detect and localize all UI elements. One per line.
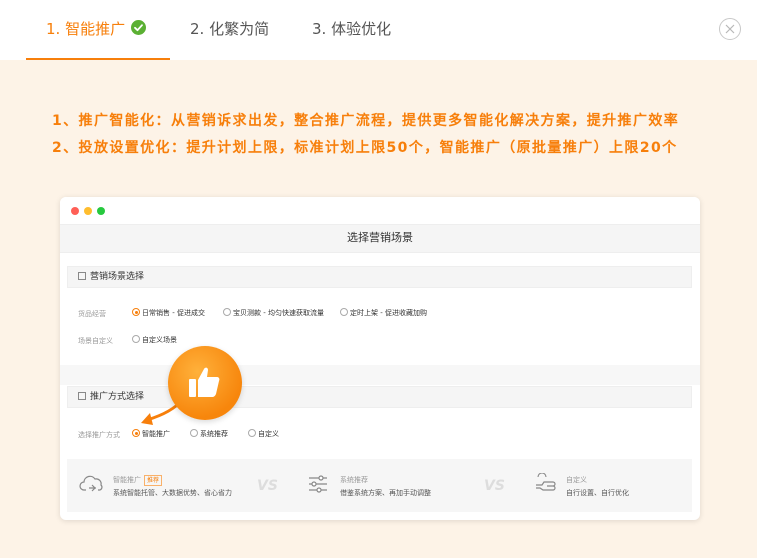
method-compare-panel: 智能推广 推荐 系统智能托管、大数据优势、省心省力 VS 系统推荐 借鉴系统方案、… [67, 459, 692, 512]
sliders-icon [309, 475, 327, 493]
preview-window: 选择营销场景 营销场景选择 货品经营 日常销售 - 促进成交 宝贝测款 - 均匀… [60, 197, 700, 520]
recommend-badge: 推荐 [144, 475, 163, 486]
card-custom-title: 自定义 [566, 476, 587, 484]
divider-band [60, 365, 700, 385]
card-smart-title: 智能推广 推荐 [113, 475, 163, 486]
tab-label: 1. 智能推广 [46, 20, 126, 38]
radio-scheduled-listing[interactable]: 定时上架 - 促进收藏加购 [340, 308, 427, 318]
close-icon [725, 24, 735, 34]
thumbs-up-badge [168, 346, 242, 420]
close-button[interactable] [719, 18, 741, 40]
close-dot-icon [71, 207, 79, 215]
radio-custom-scene[interactable]: 自定义场景 [132, 335, 177, 345]
section-title: 推广方式选择 [90, 392, 145, 402]
minimize-dot-icon [84, 207, 92, 215]
tab-label: 2. 化繁为简 [190, 20, 270, 38]
cloud-icon [79, 475, 103, 492]
feature-line-2: 2、投放设置优化：提升计划上限，标准计划上限50个，智能推广（原批量推广）上限2… [52, 140, 678, 156]
card-smart-desc: 系统智能托管、大数据优势、省心省力 [113, 489, 232, 497]
vs-label: VS [484, 478, 505, 494]
feature-line-1: 1、推广智能化：从营销诉求出发，整合推广流程，提供更多智能化解决方案，提升推广效… [52, 113, 680, 129]
radio-daily-sales[interactable]: 日常销售 - 促进成交 [132, 308, 205, 318]
tab-label: 3. 体验优化 [312, 20, 392, 38]
tab-smart-promotion[interactable]: 1. 智能推广 [46, 0, 147, 60]
thumbs-up-icon [189, 367, 220, 397]
vs-label: VS [257, 478, 278, 494]
hand-touch-icon [536, 473, 556, 491]
radio-custom[interactable]: 自定义 [248, 429, 279, 439]
row-label-method: 选择推广方式 [78, 431, 120, 439]
tab-bar: 1. 智能推广 2. 化繁为简 3. 体验优化 [0, 0, 757, 60]
radio-product-test[interactable]: 宝贝测款 - 均匀快速获取流量 [223, 308, 324, 318]
section-marketing-scene: 营销场景选择 [67, 266, 692, 288]
row-label-custom-scene: 场景自定义 [78, 337, 113, 345]
tab-experience[interactable]: 3. 体验优化 [312, 0, 391, 60]
card-system-desc: 借鉴系统方案、再加手动调整 [340, 489, 431, 497]
list-icon [78, 391, 86, 400]
radio-smart-promotion[interactable]: 智能推广 [132, 429, 170, 439]
section-title: 营销场景选择 [90, 272, 145, 282]
tab-simplify[interactable]: 2. 化繁为简 [190, 0, 269, 60]
window-title: 选择营销场景 [60, 225, 700, 253]
maximize-dot-icon [97, 207, 105, 215]
row-label-goods: 货品经营 [78, 310, 106, 318]
window-titlebar [60, 197, 700, 225]
card-custom-desc: 自行设置、自行优化 [566, 489, 629, 497]
card-system-title: 系统推荐 [340, 476, 368, 484]
check-icon [131, 20, 147, 35]
radio-system-recommend[interactable]: 系统推荐 [190, 429, 228, 439]
layers-icon [78, 271, 86, 280]
